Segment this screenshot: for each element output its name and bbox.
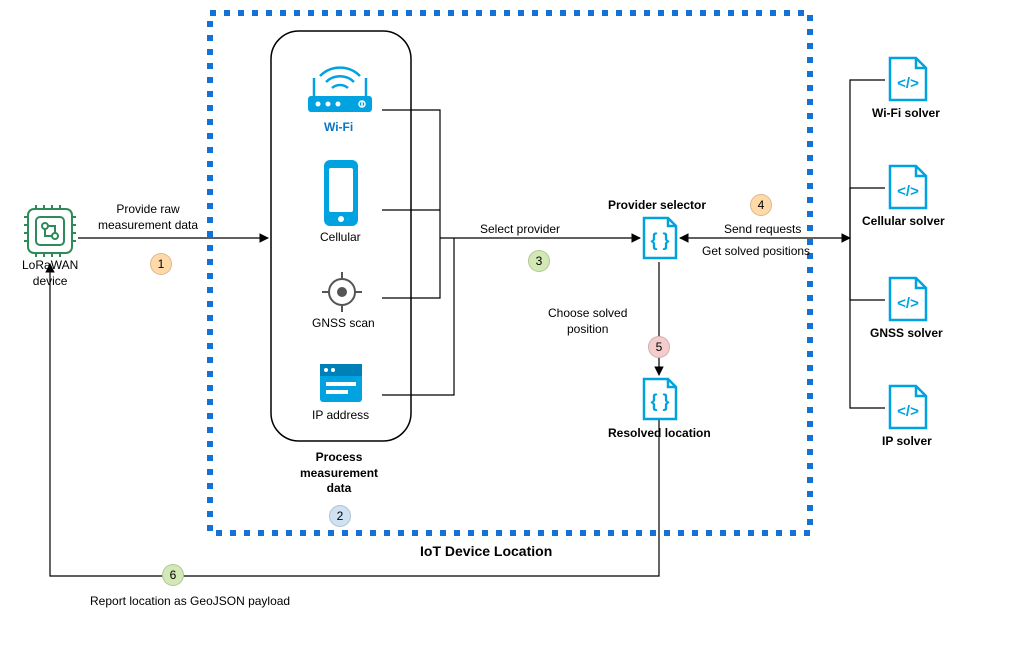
gnss-solver-label: GNSS solver (870, 326, 943, 342)
step-5-badge: 5 (648, 336, 670, 358)
svg-text:</>: </> (897, 183, 919, 200)
edge-choose-label: Choose solved position (548, 306, 627, 337)
gnss-icon (320, 270, 364, 317)
svg-text:{ }: { } (650, 230, 669, 250)
svg-text:</>: </> (897, 75, 919, 92)
gnss-solver-icon: </> (886, 274, 930, 327)
cellular-label: Cellular (320, 230, 361, 246)
ip-solver-icon: </> (886, 382, 930, 435)
diagram-title: IoT Device Location (420, 542, 552, 560)
cellular-solver-icon: </> (886, 162, 930, 215)
cellular-icon (318, 158, 364, 231)
gnss-label: GNSS scan (312, 316, 375, 332)
provider-selector-icon: { } (640, 214, 680, 265)
edge-select-label: Select provider (480, 222, 560, 238)
edge-report-label: Report location as GeoJSON payload (90, 594, 290, 610)
wifi-solver-label: Wi-Fi solver (872, 106, 940, 122)
cellular-solver-label: Cellular solver (862, 214, 945, 230)
edge-send-label: Send requests (724, 222, 801, 238)
svg-text:</>: </> (897, 403, 919, 420)
resolved-location-icon: { } (640, 375, 680, 426)
provider-selector-label: Provider selector (608, 198, 706, 214)
wifi-label: Wi-Fi (324, 120, 353, 136)
ip-label: IP address (312, 408, 369, 424)
step-6-badge: 6 (162, 564, 184, 586)
lorawan-device-icon (24, 205, 76, 260)
step-4-badge: 4 (750, 194, 772, 216)
step-2-badge: 2 (329, 505, 351, 527)
edge-get-label: Get solved positions (702, 244, 810, 260)
svg-text:</>: </> (897, 295, 919, 312)
step-1-badge: 1 (150, 253, 172, 275)
resolved-location-label: Resolved location (608, 426, 711, 442)
edge-raw-label: Provide raw measurement data (98, 202, 198, 233)
lorawan-device-label: LoRaWAN device (22, 258, 78, 289)
process-group-label: Process measurement data (300, 450, 378, 497)
ip-solver-label: IP solver (882, 434, 932, 450)
step-3-badge: 3 (528, 250, 550, 272)
svg-text:{ }: { } (650, 391, 669, 411)
ip-icon (316, 360, 366, 409)
wifi-solver-icon: </> (886, 54, 930, 107)
wifi-icon (300, 48, 380, 121)
